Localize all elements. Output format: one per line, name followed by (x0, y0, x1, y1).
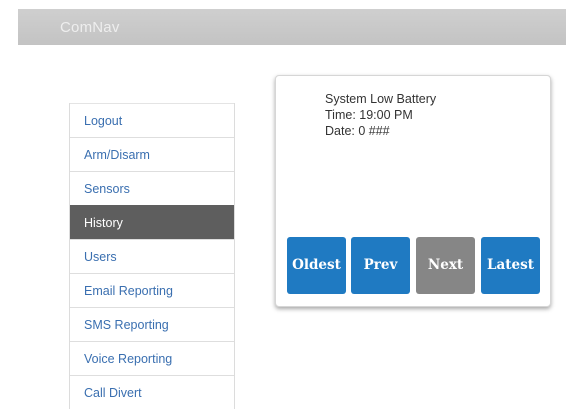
history-event-panel: System Low Battery Time: 19:00 PM Date: … (275, 75, 551, 307)
sidebar-item-logout[interactable]: Logout (70, 103, 234, 137)
sidebar-item-history[interactable]: History (70, 205, 234, 239)
prev-button[interactable]: Prev (351, 237, 410, 294)
sidebar-item-voice-reporting[interactable]: Voice Reporting (70, 341, 234, 375)
sidebar-item-sms-reporting[interactable]: SMS Reporting (70, 307, 234, 341)
sidebar-item-arm-disarm[interactable]: Arm/Disarm (70, 137, 234, 171)
event-title: System Low Battery (325, 92, 437, 106)
event-details: System Low Battery Time: 19:00 PM Date: … (325, 91, 436, 139)
sidebar-item-email-reporting[interactable]: Email Reporting (70, 273, 234, 307)
latest-button[interactable]: Latest (481, 237, 540, 294)
sidebar-nav: Logout Arm/Disarm Sensors History Users … (69, 103, 235, 409)
next-button[interactable]: Next (416, 237, 475, 294)
sidebar-item-users[interactable]: Users (70, 239, 234, 273)
sidebar-item-sensors[interactable]: Sensors (70, 171, 234, 205)
oldest-button[interactable]: Oldest (287, 237, 346, 294)
event-time: Time: 19:00 PM (325, 108, 413, 122)
event-date: Date: 0 ### (325, 124, 390, 138)
sidebar-item-call-divert[interactable]: Call Divert (70, 375, 234, 409)
app-header: ComNav (18, 9, 566, 45)
app-title: ComNav (60, 19, 120, 36)
